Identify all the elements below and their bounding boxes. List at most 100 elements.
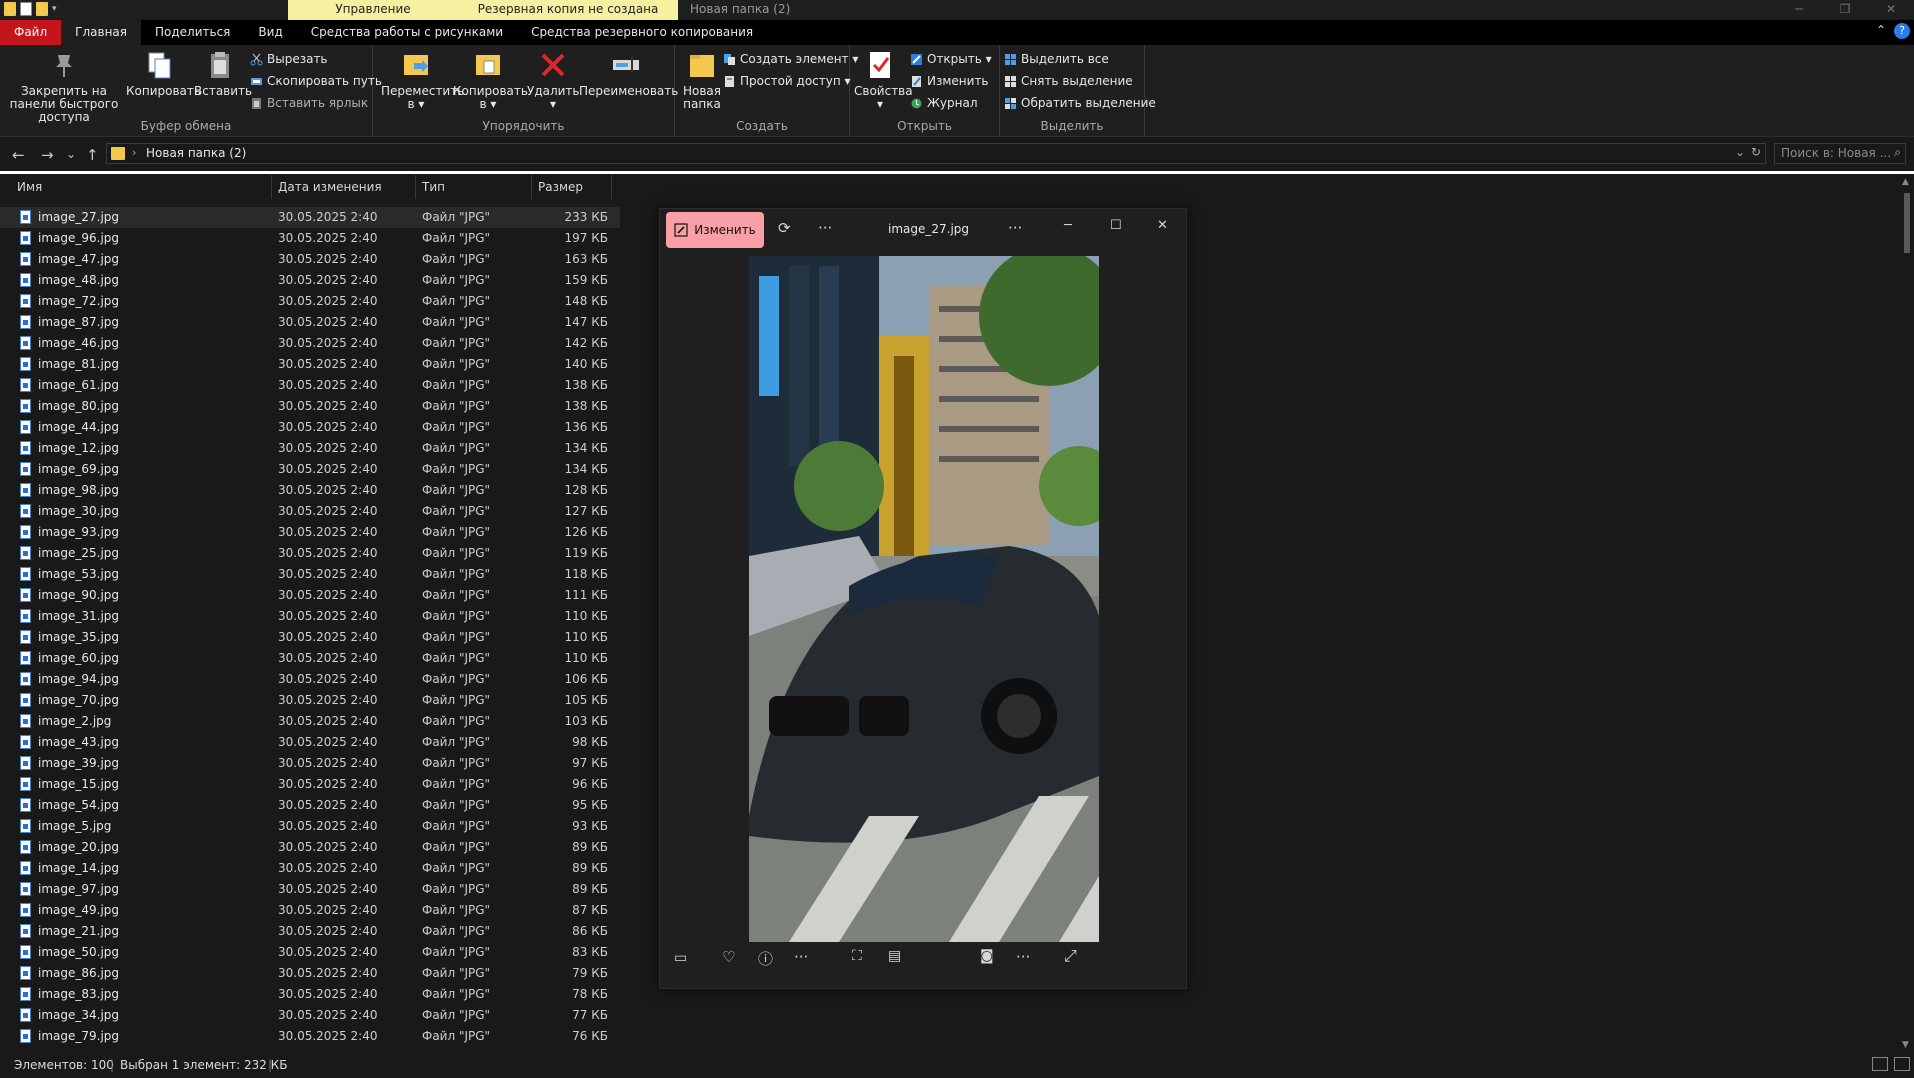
rename-button[interactable]: Переименовать	[579, 49, 678, 98]
file-row[interactable]: image_90.jpg 30.05.2025 2:40 Файл "JPG" 111…	[0, 585, 620, 606]
file-row[interactable]: image_30.jpg 30.05.2025 2:40 Файл "JPG" 127…	[0, 501, 620, 522]
file-row[interactable]: image_72.jpg 30.05.2025 2:40 Файл "JPG" 148…	[0, 291, 620, 312]
new-item-button[interactable]: Создать элемент ▾	[723, 52, 858, 66]
delete-button[interactable]: Удалить ▾	[527, 49, 580, 111]
scroll-down-icon[interactable]: ▼	[1902, 1040, 1909, 1050]
file-row[interactable]: image_2.jpg 30.05.2025 2:40 Файл "JPG" 103 …	[0, 711, 620, 732]
refresh-icon[interactable]: ↻	[1751, 145, 1761, 159]
file-row[interactable]: image_43.jpg 30.05.2025 2:40 Файл "JPG" 98 …	[0, 732, 620, 753]
paste-shortcut-button[interactable]: Вставить ярлык	[250, 96, 368, 110]
file-row[interactable]: image_50.jpg 30.05.2025 2:40 Файл "JPG" 83 …	[0, 942, 620, 963]
context-tab-manage[interactable]: Управление	[288, 0, 458, 20]
file-row[interactable]: image_47.jpg 30.05.2025 2:40 Файл "JPG" 163…	[0, 249, 620, 270]
filmstrip-icon[interactable]: ▭	[674, 950, 687, 966]
more-options-icon[interactable]: ···	[818, 219, 832, 237]
file-row[interactable]: image_54.jpg 30.05.2025 2:40 Файл "JPG" 95 …	[0, 795, 620, 816]
file-row[interactable]: image_87.jpg 30.05.2025 2:40 Файл "JPG" 147…	[0, 312, 620, 333]
file-row[interactable]: image_96.jpg 30.05.2025 2:40 Файл "JPG" 197…	[0, 228, 620, 249]
copy-path-button[interactable]: Скопировать путь	[250, 74, 382, 88]
new-folder-button[interactable]: Новая папка	[679, 49, 725, 111]
properties-button[interactable]: Свойства ▾	[854, 49, 913, 111]
file-row[interactable]: image_39.jpg 30.05.2025 2:40 Файл "JPG" 97 …	[0, 753, 620, 774]
address-dropdown-chevron-icon[interactable]: ⌄	[1735, 145, 1745, 159]
file-row[interactable]: image_25.jpg 30.05.2025 2:40 Файл "JPG" 119…	[0, 543, 620, 564]
column-header-size[interactable]: Размер	[532, 175, 612, 199]
move-to-button[interactable]: Переместить в ▾	[381, 49, 464, 111]
file-row[interactable]: image_20.jpg 30.05.2025 2:40 Файл "JPG" 89 …	[0, 837, 620, 858]
details-view-icon[interactable]	[1872, 1057, 1888, 1071]
close-button[interactable]: ✕	[1868, 0, 1914, 19]
file-row[interactable]: image_94.jpg 30.05.2025 2:40 Файл "JPG" 106…	[0, 669, 620, 690]
info-icon[interactable]: ⓘ	[758, 948, 773, 969]
scrollbar-thumb[interactable]	[1904, 193, 1910, 253]
favorite-heart-icon[interactable]: ♡	[722, 948, 735, 966]
copy-to-button[interactable]: Копировать в ▾	[453, 49, 528, 111]
file-row[interactable]: image_53.jpg 30.05.2025 2:40 Файл "JPG" 118…	[0, 564, 620, 585]
column-header-date[interactable]: Дата изменения	[272, 175, 416, 199]
minimize-button[interactable]: ─	[1064, 218, 1072, 233]
tab-backup-tools[interactable]: Средства резервного копирования	[517, 20, 767, 45]
file-row[interactable]: image_21.jpg 30.05.2025 2:40 Файл "JPG" 86 …	[0, 921, 620, 942]
screenshot-icon[interactable]: ◙	[980, 948, 994, 964]
file-row[interactable]: image_34.jpg 30.05.2025 2:40 Файл "JPG" 77 …	[0, 1005, 620, 1026]
file-row[interactable]: image_35.jpg 30.05.2025 2:40 Файл "JPG" 110…	[0, 627, 620, 648]
file-row[interactable]: image_60.jpg 30.05.2025 2:40 Файл "JPG" 110…	[0, 648, 620, 669]
file-row[interactable]: image_48.jpg 30.05.2025 2:40 Файл "JPG" 159…	[0, 270, 620, 291]
tab-share[interactable]: Поделиться	[141, 20, 244, 45]
file-row[interactable]: image_44.jpg 30.05.2025 2:40 Файл "JPG" 136…	[0, 417, 620, 438]
easy-access-button[interactable]: Простой доступ ▾	[723, 74, 851, 88]
history-button[interactable]: Журнал	[910, 96, 978, 110]
copy-button[interactable]: Копировать	[126, 49, 201, 98]
collapse-ribbon-icon[interactable]: ⌃	[1876, 23, 1886, 39]
back-arrow-icon[interactable]: ←	[12, 146, 25, 164]
tab-view[interactable]: Вид	[244, 20, 296, 45]
minimize-button[interactable]: ─	[1776, 0, 1822, 19]
edit-image-button[interactable]: Изменить	[666, 212, 764, 248]
file-row[interactable]: image_81.jpg 30.05.2025 2:40 Файл "JPG" 140…	[0, 354, 620, 375]
context-tab-backup[interactable]: Резервная копия не создана	[458, 0, 678, 20]
visual-search-icon[interactable]: ⛶	[852, 948, 862, 964]
select-all-button[interactable]: Выделить все	[1004, 52, 1109, 66]
file-row[interactable]: image_80.jpg 30.05.2025 2:40 Файл "JPG" 138…	[0, 396, 620, 417]
file-row[interactable]: image_98.jpg 30.05.2025 2:40 Файл "JPG" 128…	[0, 480, 620, 501]
tab-picture-tools[interactable]: Средства работы с рисунками	[297, 20, 517, 45]
file-row[interactable]: image_70.jpg 30.05.2025 2:40 Файл "JPG" 105…	[0, 690, 620, 711]
address-bar[interactable]: › Новая папка (2) ⌄ ↻	[106, 143, 1766, 164]
tab-file[interactable]: Файл	[0, 20, 62, 45]
maximize-button[interactable]: ❐	[1822, 0, 1868, 19]
folder-icon[interactable]	[4, 2, 16, 16]
breadcrumb-current-folder[interactable]: Новая папка (2)	[146, 146, 246, 160]
file-row[interactable]: image_27.jpg 30.05.2025 2:40 Файл "JPG" 233…	[0, 207, 620, 228]
new-folder-icon[interactable]	[36, 2, 48, 16]
open-button[interactable]: Открыть ▾	[910, 52, 992, 66]
expand-icon[interactable]: ⤢	[1064, 946, 1077, 966]
file-row[interactable]: image_61.jpg 30.05.2025 2:40 Файл "JPG" 138…	[0, 375, 620, 396]
more-options-icon[interactable]: ···	[1008, 219, 1022, 237]
column-header-name[interactable]: Имя	[0, 175, 272, 199]
up-arrow-icon[interactable]: ↑	[86, 146, 99, 164]
rotate-icon[interactable]: ⟳	[778, 219, 791, 237]
pin-quick-access-button[interactable]: Закрепить на панели быстрого доступа	[4, 49, 124, 124]
recent-locations-chevron-icon[interactable]: ⌄	[66, 147, 76, 161]
file-row[interactable]: image_93.jpg 30.05.2025 2:40 Файл "JPG" 126…	[0, 522, 620, 543]
file-row[interactable]: image_15.jpg 30.05.2025 2:40 Файл "JPG" 96 …	[0, 774, 620, 795]
forward-arrow-icon[interactable]: →	[41, 146, 54, 164]
file-row[interactable]: image_12.jpg 30.05.2025 2:40 Файл "JPG" 134…	[0, 438, 620, 459]
help-icon[interactable]: ?	[1894, 23, 1910, 39]
text-scan-icon[interactable]: ▤	[888, 948, 901, 964]
more-options-icon[interactable]: ···	[1016, 948, 1030, 966]
maximize-button[interactable]: ☐	[1110, 218, 1122, 233]
scroll-up-icon[interactable]: ▲	[1902, 177, 1909, 187]
close-button[interactable]: ✕	[1157, 218, 1168, 233]
file-row[interactable]: image_79.jpg 30.05.2025 2:40 Файл "JPG" 76 …	[0, 1026, 620, 1047]
paste-button[interactable]: Вставить	[194, 49, 252, 98]
file-row[interactable]: image_86.jpg 30.05.2025 2:40 Файл "JPG" 79 …	[0, 963, 620, 984]
file-row[interactable]: image_46.jpg 30.05.2025 2:40 Файл "JPG" 142…	[0, 333, 620, 354]
file-row[interactable]: image_83.jpg 30.05.2025 2:40 Файл "JPG" 78 …	[0, 984, 620, 1005]
vertical-scrollbar[interactable]: ▲ ▼	[1900, 175, 1914, 1052]
more-options-icon[interactable]: ···	[794, 948, 808, 966]
invert-selection-button[interactable]: Обратить выделение	[1004, 96, 1156, 110]
large-icons-view-icon[interactable]	[1894, 1057, 1910, 1071]
file-row[interactable]: image_97.jpg 30.05.2025 2:40 Файл "JPG" 89 …	[0, 879, 620, 900]
column-header-type[interactable]: Тип	[416, 175, 532, 199]
